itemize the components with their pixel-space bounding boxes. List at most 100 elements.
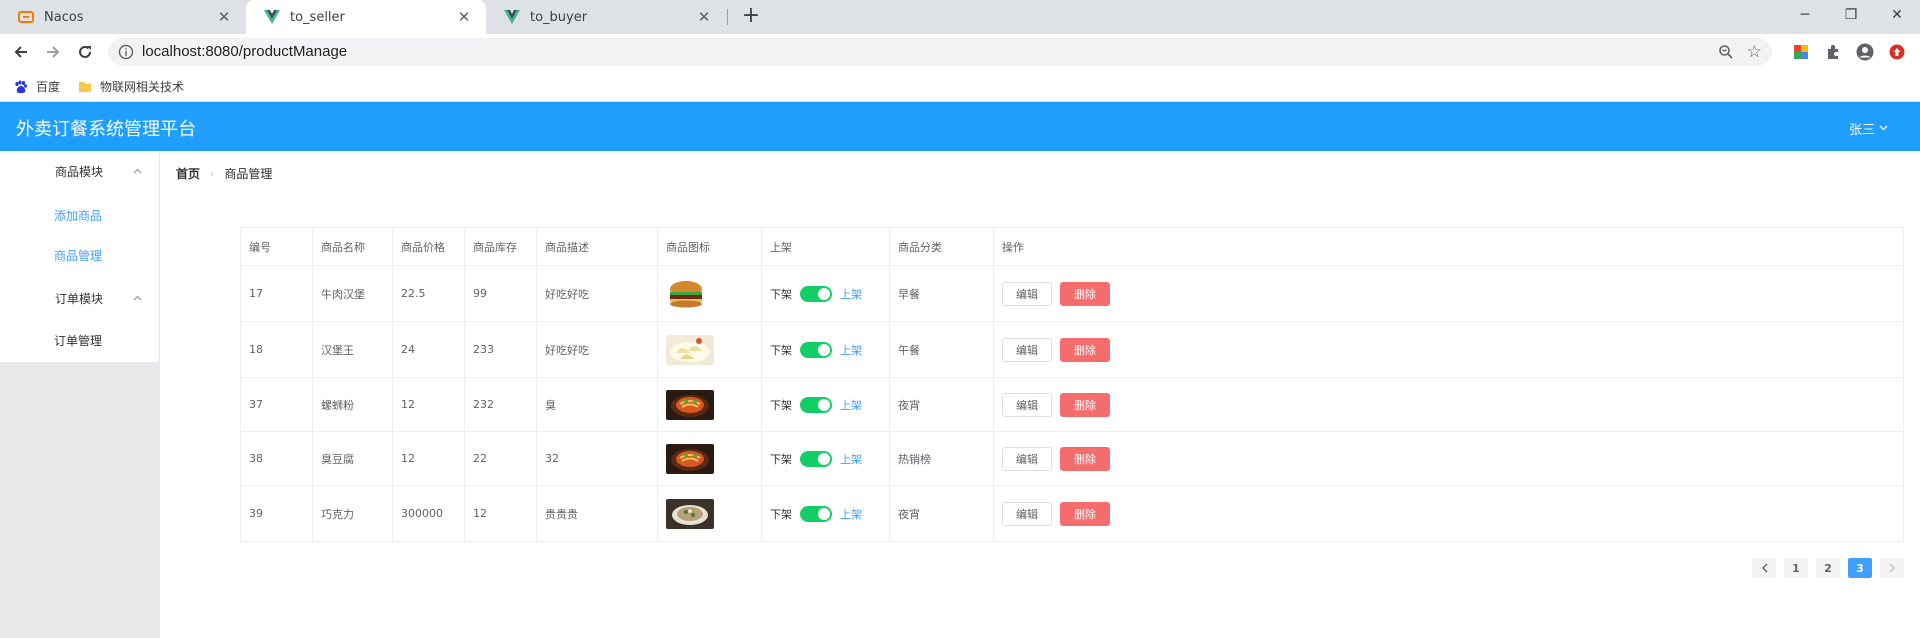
info-icon[interactable] (118, 44, 134, 60)
restore-icon[interactable]: ❐ (1828, 0, 1874, 30)
bookmark-baidu[interactable]: 百度 (14, 78, 60, 95)
cell-shelf: 下架 上架 (762, 322, 890, 377)
chevron-left-icon[interactable] (1752, 558, 1776, 578)
extension-color-icon[interactable] (1791, 42, 1811, 62)
switch-on-label[interactable]: 上架 (840, 397, 862, 413)
switch-on-label[interactable]: 上架 (840, 286, 862, 302)
switch-off-label[interactable]: 下架 (770, 342, 792, 358)
browser-tab-nacos[interactable]: Nacos ✕ (0, 0, 246, 34)
burger-image (666, 278, 706, 309)
cell-price: 12 (393, 378, 465, 431)
cell-id: 18 (241, 322, 313, 377)
tab-label: Nacos (44, 9, 84, 25)
breadcrumb-home[interactable]: 首页 (176, 165, 200, 182)
dumplings-image (666, 334, 714, 365)
new-tab-button[interactable]: + (738, 4, 764, 30)
user-menu[interactable]: 张三 (1849, 119, 1888, 138)
edit-button[interactable]: 编辑 (1002, 446, 1052, 471)
column-header: 商品名称 (313, 228, 393, 265)
shelf-switch-group: 下架 上架 (770, 285, 862, 302)
breadcrumb: 首页 › 商品管理 (176, 165, 272, 182)
switch-on-label[interactable]: 上架 (840, 451, 862, 467)
menu-group-product[interactable]: 商品模块 (0, 151, 160, 191)
column-header: 上架 (762, 228, 890, 265)
folder-icon (78, 80, 92, 94)
switch-off-label[interactable]: 下架 (770, 397, 792, 413)
edit-button[interactable]: 编辑 (1002, 337, 1052, 362)
cell-image (658, 266, 762, 321)
sidebar-item-order-manage[interactable]: 订单管理 (0, 320, 160, 360)
cell-desc: 贵贵贵 (537, 486, 658, 541)
menu-group-order[interactable]: 订单模块 (0, 278, 160, 318)
bookmark-folder[interactable]: 物联网相关技术 (78, 78, 184, 95)
cell-actions: 编辑 删除 (994, 378, 1903, 431)
cell-actions: 编辑 删除 (994, 322, 1903, 377)
browser-tab-to-buyer[interactable]: to_buyer ✕ (486, 0, 726, 34)
app-title: 外卖订餐系统管理平台 (16, 119, 196, 140)
zoom-icon[interactable] (1718, 44, 1734, 64)
edit-button[interactable]: 编辑 (1002, 501, 1052, 526)
forward-arrow-icon[interactable] (41, 40, 65, 64)
cell-actions: 编辑 删除 (994, 266, 1903, 321)
cell-actions: 编辑 删除 (994, 486, 1903, 541)
delete-button[interactable]: 删除 (1060, 337, 1110, 362)
page-button-3[interactable]: 3 (1848, 558, 1872, 578)
cell-name: 汉堡王 (313, 322, 393, 377)
bowl-image (666, 498, 714, 529)
puzzle-icon[interactable] (1823, 42, 1843, 62)
window-close-icon[interactable]: ✕ (1874, 0, 1920, 30)
edit-button[interactable]: 编辑 (1002, 392, 1052, 417)
cell-price: 22.5 (393, 266, 465, 321)
switch-off-label[interactable]: 下架 (770, 451, 792, 467)
back-arrow-icon[interactable] (9, 40, 33, 64)
cell-category: 午餐 (890, 322, 994, 377)
update-icon[interactable] (1887, 42, 1907, 62)
shelf-switch-group: 下架 上架 (770, 396, 862, 413)
cell-shelf: 下架 上架 (762, 266, 890, 321)
column-header: 商品图标 (658, 228, 762, 265)
shelf-toggle[interactable] (800, 396, 832, 413)
column-header: 商品库存 (465, 228, 537, 265)
shelf-toggle[interactable] (800, 285, 832, 302)
shelf-toggle[interactable] (800, 505, 832, 522)
edit-button[interactable]: 编辑 (1002, 281, 1052, 306)
sidebar-item-product-manage[interactable]: 商品管理 (0, 235, 160, 275)
shelf-toggle[interactable] (800, 341, 832, 358)
menu-group-label: 订单模块 (55, 291, 104, 306)
address-bar[interactable]: localhost:8080/productManage ☆ (108, 38, 1772, 66)
browser-tab-to-seller[interactable]: to_seller ✕ (246, 0, 486, 34)
switch-off-label[interactable]: 下架 (770, 506, 792, 522)
close-icon[interactable]: ✕ (696, 8, 712, 26)
delete-button[interactable]: 删除 (1060, 501, 1110, 526)
switch-on-label[interactable]: 上架 (840, 342, 862, 358)
page-button-2[interactable]: 2 (1816, 558, 1840, 578)
shelf-toggle[interactable] (800, 450, 832, 467)
cell-name: 臭豆腐 (313, 432, 393, 485)
table-row: 37 螺蛳粉 12 232 臭 下架 上架 夜宵 编辑 删除 (241, 378, 1903, 432)
column-header: 操作 (1002, 240, 1024, 254)
cell-image (658, 322, 762, 377)
chevron-right-icon[interactable] (1880, 558, 1904, 578)
delete-button[interactable]: 删除 (1060, 281, 1110, 306)
sidebar-item-add-product[interactable]: 添加商品 (0, 195, 160, 235)
switch-off-label[interactable]: 下架 (770, 286, 792, 302)
bookmark-star-icon[interactable]: ☆ (1747, 42, 1762, 62)
close-icon[interactable]: ✕ (456, 8, 472, 26)
baidu-icon (14, 80, 28, 94)
chevron-up-icon (133, 293, 142, 304)
sidebar-menu: 商品模块 添加商品 商品管理 订单模块 订单管理 (0, 151, 160, 362)
nacos-icon (18, 9, 34, 25)
profile-icon[interactable] (1855, 42, 1875, 62)
tab-separator (727, 9, 728, 25)
cell-shelf: 下架 上架 (762, 378, 890, 431)
delete-button[interactable]: 删除 (1060, 392, 1110, 417)
cell-stock: 232 (465, 378, 537, 431)
page-button-1[interactable]: 1 (1784, 558, 1808, 578)
reload-icon[interactable] (73, 40, 97, 64)
bookmark-label: 百度 (36, 80, 61, 94)
switch-on-label[interactable]: 上架 (840, 506, 862, 522)
delete-button[interactable]: 删除 (1060, 446, 1110, 471)
minimize-icon[interactable]: ─ (1782, 0, 1828, 30)
close-icon[interactable]: ✕ (216, 8, 232, 26)
bookmarks-bar: 百度 物联网相关技术 (0, 70, 1920, 102)
